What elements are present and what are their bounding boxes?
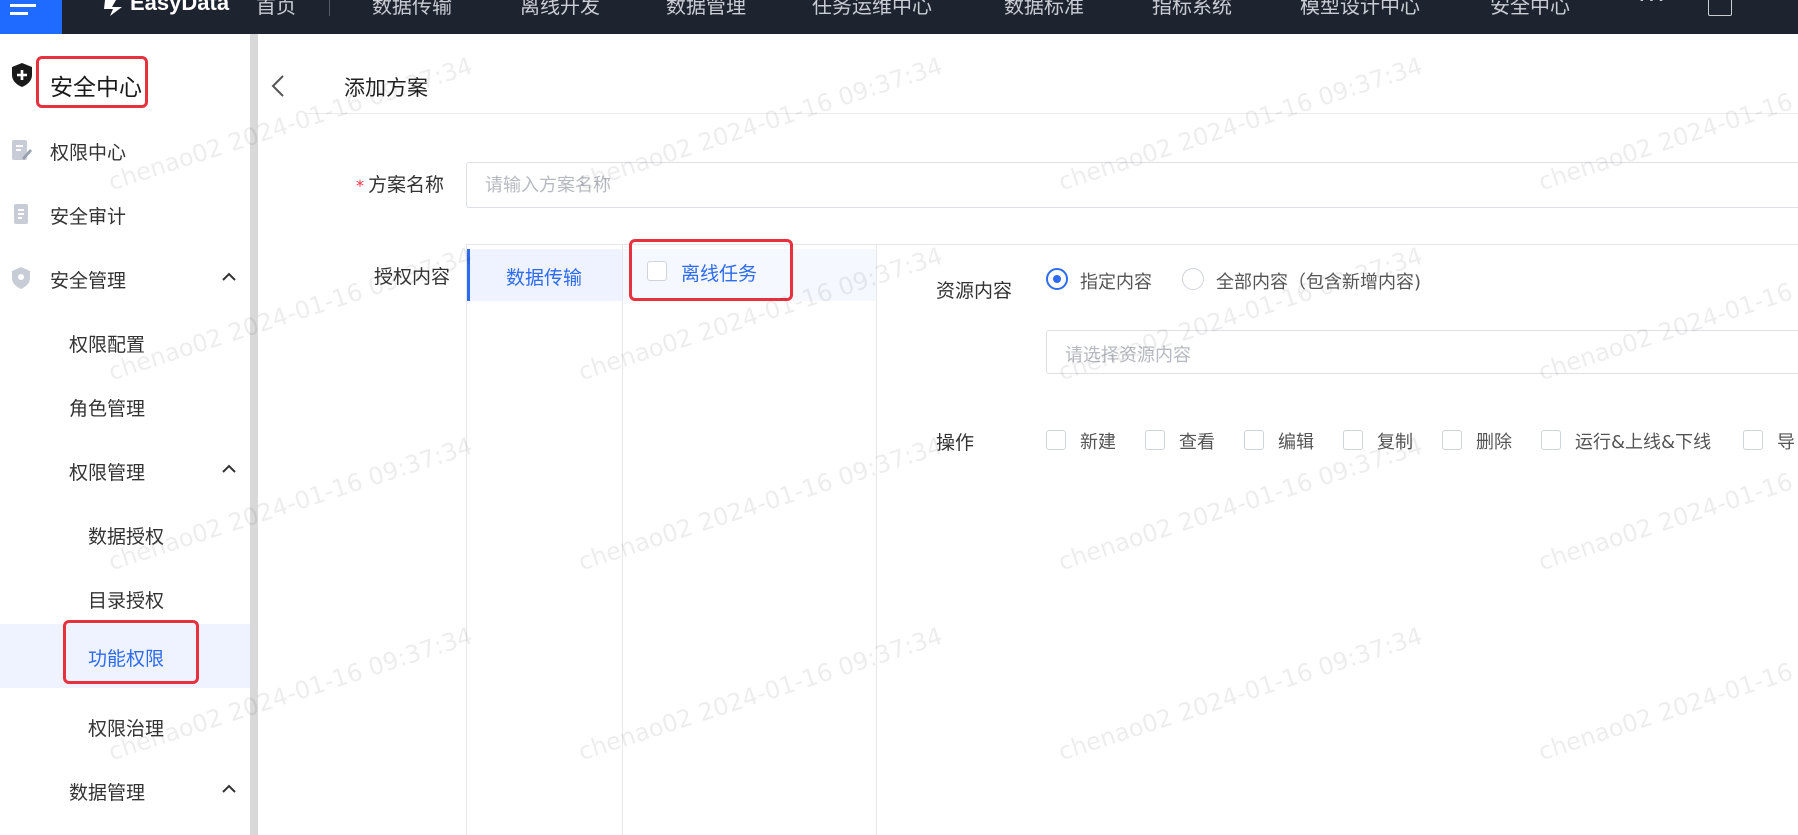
menu-icon-bar	[10, 12, 28, 15]
operations-label: 操作	[936, 432, 975, 454]
sidebar-item-label: 角色管理	[69, 398, 146, 420]
auth-content-label: 授权内容	[374, 266, 451, 288]
op-export-label: 导	[1777, 432, 1795, 453]
plan-name-input[interactable]	[466, 162, 1798, 208]
op-view-checkbox[interactable]	[1145, 430, 1165, 450]
sub-item-label: 离线任务	[681, 263, 758, 285]
sidebar-item-security-audit[interactable]: 安全审计	[0, 186, 250, 242]
sidebar-title: 安全中心	[50, 75, 142, 101]
shield-icon	[12, 267, 30, 289]
sub-item-offline-task[interactable]: 离线任务	[623, 239, 876, 301]
op-delete-checkbox[interactable]	[1442, 430, 1462, 450]
op-run-online-offline-label: 运行&上线&下线	[1575, 432, 1712, 453]
op-copy-checkbox[interactable]	[1343, 430, 1363, 450]
sidebar-item-permission-management[interactable]: 权限管理	[0, 442, 250, 498]
nav-divider	[329, 0, 330, 16]
shield-icon	[12, 63, 32, 87]
radio-specified[interactable]	[1046, 268, 1068, 290]
op-run-online-offline-checkbox[interactable]	[1541, 430, 1561, 450]
op-create-checkbox[interactable]	[1046, 430, 1066, 450]
sidebar-item-role-management[interactable]: 角色管理	[0, 378, 250, 434]
sidebar-item-permission-config[interactable]: 权限配置	[0, 314, 250, 370]
nav-data-management[interactable]: 数据管理	[666, 0, 746, 19]
radio-all[interactable]	[1182, 268, 1204, 290]
sidebar-item-security-management[interactable]: 安全管理	[0, 250, 250, 306]
sidebar-item-function-permission[interactable]: 功能权限	[0, 620, 250, 688]
required-mark: *	[356, 176, 364, 195]
resource-select-placeholder: 请选择资源内容	[1065, 345, 1191, 366]
sidebar-item-label: 安全管理	[50, 270, 127, 292]
plan-name-label-text: 方案名称	[368, 174, 445, 196]
more-icon[interactable]: ···	[1638, 0, 1667, 14]
nav-metrics[interactable]: 指标系统	[1152, 0, 1232, 19]
sidebar-item-label: 权限中心	[50, 142, 127, 164]
sidebar-item-label: 安全审计	[50, 206, 127, 228]
top-navbar: EasyData 首页 数据传输 离线开发 数据管理 任务运维中心 数据标准 指…	[0, 0, 1798, 34]
sidebar-header: 安全中心	[0, 48, 250, 108]
op-copy-label: 复制	[1377, 432, 1413, 453]
category-item-label: 数据传输	[506, 267, 583, 289]
chevron-up-icon[interactable]	[222, 272, 236, 282]
sidebar-item-data-management[interactable]: 数据管理	[0, 762, 250, 818]
nav-model-design[interactable]: 模型设计中心	[1300, 0, 1420, 19]
add-icon[interactable]	[1708, 0, 1732, 16]
resource-select[interactable]: 请选择资源内容	[1046, 330, 1798, 374]
radio-all-label: 全部内容（包含新增内容)	[1216, 272, 1422, 293]
nav-offline-dev[interactable]: 离线开发	[520, 0, 600, 19]
nav-data-standard[interactable]: 数据标准	[1004, 0, 1084, 19]
op-create-label: 新建	[1080, 432, 1116, 453]
page-title: 添加方案	[344, 76, 428, 100]
op-edit-label: 编辑	[1278, 432, 1314, 453]
sidebar: 安全中心 权限中心 安全审计 安全管理 权限配置 角色管理 权限管理 数据授权 …	[0, 34, 258, 835]
nav-home[interactable]: 首页	[256, 0, 296, 19]
op-edit-checkbox[interactable]	[1244, 430, 1264, 450]
sidebar-item-catalog-authorization[interactable]: 目录授权	[0, 570, 250, 626]
op-view-label: 查看	[1179, 432, 1215, 453]
sidebar-item-label: 权限治理	[88, 718, 165, 740]
sidebar-item-label: 权限配置	[69, 334, 146, 356]
op-delete-label: 删除	[1476, 432, 1512, 453]
nav-task-ops[interactable]: 任务运维中心	[812, 0, 932, 19]
radio-specified-label: 指定内容	[1080, 272, 1152, 293]
menu-icon	[10, 4, 36, 7]
sidebar-item-label: 数据管理	[69, 782, 146, 804]
nav-data-transfer[interactable]: 数据传输	[372, 0, 452, 19]
nav-security-center[interactable]: 安全中心	[1490, 0, 1570, 19]
sidebar-item-data-authorization[interactable]: 数据授权	[0, 506, 250, 562]
category-column: 数据传输	[467, 245, 623, 835]
resource-content-label: 资源内容	[936, 280, 1013, 302]
audit-icon	[14, 204, 28, 224]
op-export-checkbox[interactable]	[1743, 430, 1763, 450]
sub-item-checkbox[interactable]	[647, 261, 667, 281]
sidebar-item-label: 数据授权	[88, 526, 165, 548]
chevron-up-icon[interactable]	[222, 464, 236, 474]
back-arrow-icon[interactable]	[270, 74, 286, 98]
edit-doc-icon	[12, 140, 32, 160]
menu-toggle-button[interactable]	[0, 0, 62, 34]
logo-icon	[104, 0, 122, 16]
chevron-up-icon[interactable]	[222, 784, 236, 794]
sidebar-item-permission-governance[interactable]: 权限治理	[0, 698, 250, 754]
sidebar-item-label: 功能权限	[88, 648, 165, 670]
sidebar-item-label: 目录授权	[88, 590, 165, 612]
page-header	[306, 34, 1798, 114]
plan-name-label: * 方案名称	[356, 170, 444, 197]
sidebar-item-permission-center[interactable]: 权限中心	[0, 122, 250, 178]
category-item-data-transfer[interactable]: 数据传输	[467, 249, 622, 301]
sub-item-column: 离线任务	[623, 239, 877, 835]
sidebar-item-label: 权限管理	[69, 462, 146, 484]
logo-text: EasyData	[130, 0, 230, 15]
